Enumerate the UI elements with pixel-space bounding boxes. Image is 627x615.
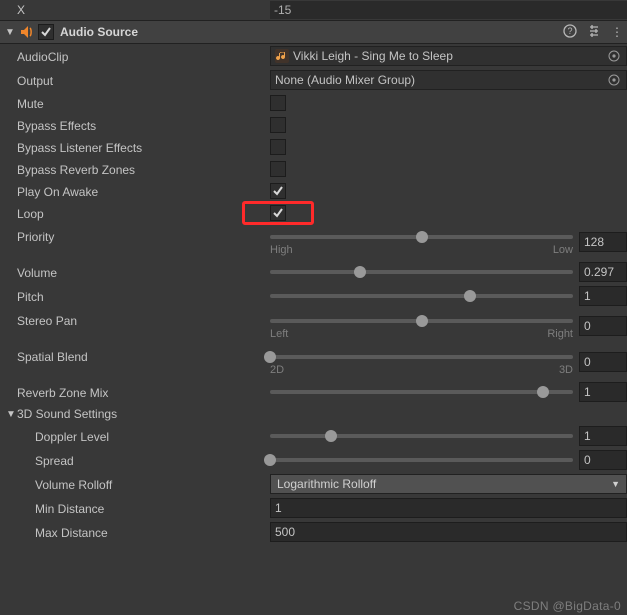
loop-label: Loop — [17, 205, 270, 221]
watermark: CSDN @BigData-0 — [514, 599, 621, 613]
slider-thumb[interactable] — [264, 351, 276, 363]
slider-thumb[interactable] — [264, 454, 276, 466]
slider-thumb[interactable] — [325, 430, 337, 442]
doppler-value[interactable]: 1 — [579, 426, 627, 446]
rolloff-label: Volume Rolloff — [17, 476, 270, 492]
mute-checkbox[interactable] — [270, 95, 286, 111]
audioclip-asset-icon — [275, 49, 289, 63]
bypass-effects-checkbox[interactable] — [270, 117, 286, 133]
spread-slider[interactable] — [270, 458, 573, 462]
svg-text:?: ? — [567, 26, 572, 36]
priority-slider[interactable] — [270, 235, 573, 239]
foldout-icon[interactable]: ▼ — [5, 409, 17, 420]
bypass-effects-label: Bypass Effects — [17, 117, 270, 133]
slider-thumb[interactable] — [354, 266, 366, 278]
mindist-value[interactable]: 1 — [270, 498, 627, 518]
spatial-label: Spatial Blend — [17, 348, 270, 364]
stereopan-value[interactable]: 0 — [579, 316, 627, 336]
pitch-label: Pitch — [17, 288, 270, 304]
play-on-awake-checkbox[interactable] — [270, 183, 286, 199]
stereopan-slider[interactable] — [270, 319, 573, 323]
output-value: None (Audio Mixer Group) — [275, 73, 415, 87]
output-field[interactable]: None (Audio Mixer Group) — [270, 70, 627, 90]
volume-value[interactable]: 0.297 — [579, 262, 627, 282]
pitch-value[interactable]: 1 — [579, 286, 627, 306]
priority-value[interactable]: 128 — [579, 232, 627, 252]
volume-slider[interactable] — [270, 270, 573, 274]
component-enable-checkbox[interactable] — [38, 24, 54, 40]
slider-thumb[interactable] — [537, 386, 549, 398]
spread-value[interactable]: 0 — [579, 450, 627, 470]
preset-icon[interactable] — [587, 24, 601, 41]
reverb-value[interactable]: 1 — [579, 382, 627, 402]
audioclip-value: Vikki Leigh - Sing Me to Sleep — [293, 49, 453, 63]
maxdist-label: Max Distance — [17, 524, 270, 540]
reverb-slider[interactable] — [270, 390, 573, 394]
mindist-label: Min Distance — [17, 500, 270, 516]
prop-x-value[interactable]: -15 — [270, 1, 627, 19]
doppler-label: Doppler Level — [17, 428, 270, 444]
volume-label: Volume — [17, 264, 270, 280]
reverb-label: Reverb Zone Mix — [17, 384, 270, 400]
chevron-down-icon: ▼ — [611, 479, 620, 489]
priority-label: Priority — [17, 228, 270, 244]
kebab-menu-icon[interactable]: ⋮ — [611, 25, 623, 39]
spatial-value[interactable]: 0 — [579, 352, 627, 372]
play-on-awake-label: Play On Awake — [17, 183, 270, 199]
component-title: Audio Source — [60, 25, 563, 39]
maxdist-value[interactable]: 500 — [270, 522, 627, 542]
bypass-listener-checkbox[interactable] — [270, 139, 286, 155]
slider-thumb[interactable] — [464, 290, 476, 302]
stereopan-label: Stereo Pan — [17, 312, 270, 328]
loop-checkbox[interactable] — [270, 205, 286, 221]
object-picker-icon[interactable] — [606, 72, 622, 88]
output-label: Output — [17, 72, 270, 88]
component-header: ▼ Audio Source ? ⋮ — [0, 20, 627, 44]
sound3d-header[interactable]: ▼ 3D Sound Settings — [0, 404, 627, 424]
slider-thumb[interactable] — [416, 231, 428, 243]
audioclip-label: AudioClip — [17, 48, 270, 64]
spread-label: Spread — [17, 452, 270, 468]
bypass-reverb-label: Bypass Reverb Zones — [17, 161, 270, 177]
doppler-slider[interactable] — [270, 434, 573, 438]
slider-thumb[interactable] — [416, 315, 428, 327]
rolloff-dropdown[interactable]: Logarithmic Rolloff ▼ — [270, 474, 627, 494]
help-icon[interactable]: ? — [563, 24, 577, 41]
foldout-icon[interactable]: ▼ — [4, 27, 16, 38]
pitch-slider[interactable] — [270, 294, 573, 298]
bypass-reverb-checkbox[interactable] — [270, 161, 286, 177]
bypass-listener-label: Bypass Listener Effects — [17, 139, 270, 155]
spatial-slider[interactable] — [270, 355, 573, 359]
object-picker-icon[interactable] — [606, 48, 622, 64]
prop-x-label: X — [17, 3, 270, 17]
audioclip-field[interactable]: Vikki Leigh - Sing Me to Sleep — [270, 46, 627, 66]
audio-source-icon — [19, 24, 35, 40]
mute-label: Mute — [17, 95, 270, 111]
